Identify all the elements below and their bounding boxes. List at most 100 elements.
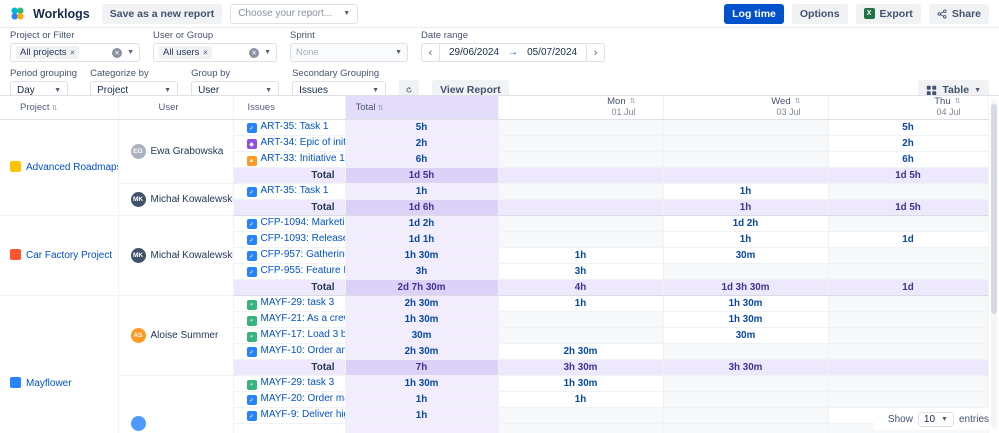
options-button[interactable]: Options: [791, 3, 848, 24]
issue-link[interactable]: CFP-1094: Marketing C...: [261, 217, 345, 228]
issue-cell: ✓ ART-35: Task 1: [233, 119, 346, 136]
total-value-cell: 2h: [345, 135, 499, 152]
issue-link[interactable]: CFP-1093: Release Proc...: [261, 233, 345, 244]
choose-report-select[interactable]: Choose your report... ▼: [230, 3, 359, 24]
log-time-button[interactable]: Log time: [724, 3, 784, 24]
day-value-cell: [498, 119, 664, 136]
chevron-down-icon: ▼: [54, 87, 61, 94]
day-value-cell: 1d 5h: [828, 167, 989, 184]
chevron-down-icon: ▼: [974, 86, 981, 94]
page-size-select[interactable]: 10 ▼: [917, 412, 954, 427]
project-avatar-icon: [10, 377, 21, 388]
project-link[interactable]: Car Factory Project: [26, 250, 112, 261]
day-value-cell: [663, 151, 829, 168]
day-value-cell: [663, 343, 829, 360]
total-value-cell: 1h: [345, 183, 499, 200]
day-value-cell: 6h: [828, 151, 989, 168]
clear-icon[interactable]: ✕: [112, 47, 123, 58]
clear-icon[interactable]: ✕: [249, 47, 260, 58]
table-row: Car Factory Project MK Michał Kowalewski ✓ C…: [0, 215, 989, 296]
prev-period-button[interactable]: ‹: [422, 44, 440, 61]
issue-link[interactable]: CFP-955: Feature Imple...: [261, 265, 345, 276]
task-issue-type-icon: ✓: [246, 251, 257, 262]
issue-link[interactable]: MAYF-29: task 3: [261, 377, 335, 388]
issue-link[interactable]: MAYF-10: Order and d...: [261, 345, 345, 356]
day-value-cell: [828, 359, 989, 376]
day-value-cell: 1h: [663, 183, 829, 200]
total-value-cell: 30m: [345, 327, 499, 344]
column-header-total[interactable]: Total ⇅: [345, 96, 499, 120]
date-to-value[interactable]: 05/07/2024: [518, 47, 586, 58]
issue-link[interactable]: MAYF-21: As a crew me...: [261, 313, 345, 324]
worklogs-app: Worklogs Save as a new report Choose you…: [0, 0, 999, 433]
user-cell: AS Aloise Summer: [118, 295, 234, 376]
total-value-cell: 1h: [345, 407, 499, 424]
issue-link[interactable]: MAYF-17: Load 3 barrel...: [261, 329, 345, 340]
story-issue-type-icon: ▪: [246, 299, 257, 310]
user-name: Michał Kowalewski: [150, 249, 233, 261]
chip-remove-icon[interactable]: ✕: [202, 49, 208, 57]
day-value-cell: [663, 423, 829, 433]
column-header-day-thu[interactable]: Thu ⇅ 04 Jul: [828, 96, 989, 120]
sort-icon: ⇅: [794, 98, 801, 106]
issue-link[interactable]: ART-35: Task 1: [261, 185, 329, 196]
column-header-user[interactable]: User: [118, 96, 234, 120]
column-header-day-mon[interactable]: Mon ⇅ 01 Jul: [498, 96, 664, 120]
project-link[interactable]: Mayflower: [26, 378, 72, 389]
day-value-cell: 1h: [498, 247, 664, 264]
topbar: Worklogs Save as a new report Choose you…: [0, 0, 999, 28]
column-header-project[interactable]: Project ⇅: [0, 96, 119, 120]
day-value-cell: [663, 407, 829, 424]
total-label: Total: [233, 279, 346, 296]
issue-link[interactable]: MAYF-29: task 3: [261, 297, 335, 308]
chevron-down-icon: ▼: [264, 49, 271, 56]
day-value-cell: [828, 263, 989, 280]
project-filter-field: Project or Filter All projects ✕ ✕ ▼: [10, 31, 140, 62]
column-header-issues[interactable]: Issues: [233, 96, 346, 120]
save-report-button[interactable]: Save as a new report: [101, 3, 223, 24]
column-header-day-wed[interactable]: Wed ⇅ 03 Jul: [663, 96, 829, 120]
day-value-cell: 1h: [498, 391, 664, 408]
total-value-cell: 1d 2h: [345, 215, 499, 232]
task-issue-type-icon: ✓: [246, 267, 257, 278]
day-value-cell: 1d 5h: [828, 199, 989, 216]
export-button[interactable]: X Export: [855, 3, 921, 24]
issue-cell: [233, 423, 346, 433]
chevron-down-icon: ▼: [164, 87, 172, 94]
next-period-button[interactable]: ›: [586, 44, 604, 61]
table-row: ▪ MAYF-29: task 3 1h 30m 1h 30m: [0, 375, 989, 433]
day-value-cell: 1d 2h: [663, 215, 829, 232]
project-filter-select[interactable]: All projects ✕ ✕ ▼: [10, 43, 140, 62]
day-value-cell: [498, 151, 664, 168]
share-button[interactable]: Share: [928, 3, 989, 24]
date-from-value[interactable]: 29/06/2024: [440, 47, 508, 58]
issue-link[interactable]: CFP-957: Gathering Data: [261, 249, 345, 260]
project-link[interactable]: Advanced Roadmaps ...: [26, 162, 117, 173]
sprint-filter-select[interactable]: None ▼: [290, 43, 408, 62]
task-issue-type-icon: ✓: [246, 219, 257, 230]
story-issue-type-icon: ▪: [246, 315, 257, 326]
total-value-cell: 1h 30m: [345, 375, 499, 392]
issue-cell: ✓ CFP-1094: Marketing C...: [233, 215, 346, 232]
task-issue-type-icon: ✓: [246, 411, 257, 422]
total-value-cell: 7h: [345, 359, 499, 376]
issue-link[interactable]: MAYF-9: Deliver high q...: [261, 409, 345, 420]
user-cell: [118, 375, 234, 433]
sort-icon: ⇅: [51, 104, 58, 112]
total-value-cell: 1d 6h: [345, 199, 499, 216]
user-filter-chip: All users ✕: [159, 46, 213, 59]
chevron-down-icon: ▼: [343, 10, 351, 17]
issue-link[interactable]: ART-34: Epic of initiative: [261, 137, 345, 148]
issue-link[interactable]: ART-33: Initiative 1: [261, 153, 345, 164]
user-filter-select[interactable]: All users ✕ ✕ ▼: [153, 43, 277, 62]
issue-link[interactable]: MAYF-20: Order materia...: [261, 393, 345, 404]
total-value-cell: 5h: [345, 119, 499, 136]
user-avatar: EG: [130, 143, 146, 159]
task-issue-type-icon: ✓: [246, 235, 257, 246]
story-issue-type-icon: ▪: [246, 379, 257, 390]
issue-link[interactable]: ART-35: Task 1: [261, 121, 329, 132]
chip-remove-icon[interactable]: ✕: [69, 49, 75, 57]
day-value-cell: [498, 215, 664, 232]
vertical-scrollbar-thumb[interactable]: [991, 104, 997, 314]
day-value-cell: [828, 375, 989, 392]
